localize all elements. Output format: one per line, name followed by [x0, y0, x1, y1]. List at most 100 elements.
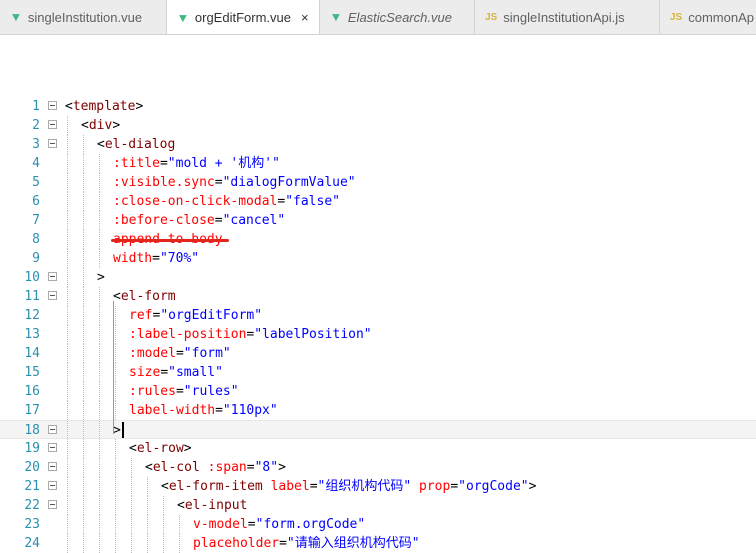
indent-guide — [83, 382, 84, 401]
code-line[interactable]: 9 width="70%" — [0, 249, 756, 268]
indent-guide — [115, 363, 116, 382]
indent-guide — [163, 496, 164, 515]
code-line[interactable]: 2 <div> — [0, 116, 756, 135]
code-line[interactable]: 8append-to-body — [0, 230, 756, 249]
indent-guide — [83, 496, 84, 515]
code-line[interactable]: 4:title="mold + '机构'" — [0, 154, 756, 173]
code-line[interactable]: 5:visible.sync="dialogFormValue" — [0, 173, 756, 192]
fold-toggle-icon[interactable] — [48, 101, 57, 110]
code-text: v-model="form.orgCode" — [193, 515, 365, 534]
code-token: < — [177, 498, 185, 513]
code-token: > — [97, 270, 105, 285]
indent-guide — [83, 363, 84, 382]
tab-label: ElasticSearch.vue — [347, 9, 452, 25]
line-number: 22 — [24, 498, 40, 513]
fold-toggle-icon[interactable] — [48, 462, 57, 471]
indent-guide — [99, 306, 100, 325]
code-line[interactable]: 20 <el-col :span="8"> — [0, 458, 756, 477]
code-token: > — [135, 99, 144, 114]
tab-singleinstitution-vue[interactable]: ▼ singleInstitution.vue — [0, 0, 167, 34]
code-text: :before-close="cancel" — [113, 211, 285, 230]
fold-toggle-icon[interactable] — [48, 291, 57, 300]
indent-guide — [115, 458, 116, 477]
indent-guide — [115, 306, 116, 325]
fold-toggle-icon[interactable] — [48, 481, 57, 490]
line-number: 1 — [32, 99, 40, 114]
indent-guide — [99, 154, 100, 173]
code-line[interactable]: 6:close-on-click-modal="false" — [0, 192, 756, 211]
indent-guide — [99, 344, 100, 363]
indent-guide — [99, 249, 100, 268]
code-token: = — [309, 479, 318, 494]
code-token: prop — [419, 479, 451, 494]
indent-guide — [83, 154, 84, 173]
indent-guide — [67, 401, 68, 420]
fold-toggle-icon[interactable] — [48, 425, 57, 434]
indent-guide — [131, 496, 132, 515]
indent-guide — [99, 439, 100, 458]
line-number: 6 — [32, 194, 40, 209]
indent-guide — [115, 325, 116, 344]
fold-toggle-icon[interactable] — [48, 500, 57, 509]
close-tab-icon[interactable]: × — [301, 10, 309, 25]
code-token: placeholder — [193, 536, 280, 551]
fold-toggle-icon[interactable] — [48, 272, 57, 281]
indent-guide — [99, 363, 100, 382]
code-token: width — [113, 251, 153, 266]
indent-guide — [67, 325, 68, 344]
code-line[interactable]: 19 <el-row> — [0, 439, 756, 458]
tab-elasticsearch-vue[interactable]: ▼ ElasticSearch.vue — [320, 0, 475, 34]
line-number: 13 — [24, 327, 40, 342]
indent-guide — [83, 268, 84, 287]
indent-guide — [115, 344, 116, 363]
code-text: :rules="rules" — [129, 382, 239, 401]
line-number: 2 — [32, 118, 40, 133]
code-editor[interactable]: 1 <template> 2 <div> 3 <el-dialog 4:title="mol… — [0, 35, 756, 553]
tab-singleinstitutionapi-js[interactable]: JS singleInstitutionApi.js — [475, 0, 660, 34]
code-token: < — [145, 460, 153, 475]
code-text: placeholder="请输入组织机构代码" — [193, 534, 420, 553]
code-line[interactable]: 23 v-model="form.orgCode" — [0, 515, 756, 534]
line-number: 18 — [24, 423, 40, 438]
code-token: "small" — [168, 365, 223, 380]
code-token: < — [129, 441, 137, 456]
editor-tab-bar: ▼ singleInstitution.vue ▼ orgEditForm.vue × ▼… — [0, 0, 756, 35]
code-token: > — [112, 118, 121, 133]
indent-guide — [67, 135, 68, 154]
js-icon: JS — [485, 11, 498, 23]
indent-guide — [115, 534, 116, 553]
code-line[interactable]: 1 <template> — [0, 97, 756, 116]
code-line[interactable]: 21 <el-form-item label="组织机构代码" prop="org… — [0, 477, 756, 496]
indent-guide — [83, 401, 84, 420]
code-token: "form.orgCode" — [255, 517, 366, 532]
code-line[interactable]: 7:before-close="cancel" — [0, 211, 756, 230]
tab-label: singleInstitution.vue — [27, 9, 143, 25]
code-token: "70%" — [159, 251, 200, 266]
code-line[interactable]: 10 > — [0, 268, 756, 287]
code-token: ref — [129, 308, 153, 323]
code-text: <el-input — [177, 496, 247, 515]
fold-toggle-icon[interactable] — [48, 443, 57, 452]
code-token: = — [246, 460, 255, 475]
code-token: el-col — [152, 460, 200, 475]
code-token: > — [528, 479, 537, 494]
code-token: "组织机构代码" — [317, 479, 412, 494]
code-line[interactable]: 3 <el-dialog — [0, 135, 756, 154]
code-line[interactable]: 22 <el-input — [0, 496, 756, 515]
code-token: < — [161, 479, 169, 494]
code-token: "orgEditForm" — [160, 308, 263, 323]
code-text: ref="orgEditForm" — [129, 306, 262, 325]
fold-toggle-icon[interactable] — [48, 120, 57, 129]
tab-commonap[interactable]: JS commonAp — [660, 0, 756, 34]
tab-orgeditform-vue[interactable]: ▼ orgEditForm.vue × — [167, 0, 320, 34]
indent-guide — [83, 325, 84, 344]
code-line[interactable]: 24 placeholder="请输入组织机构代码" — [0, 534, 756, 553]
code-token: = — [214, 213, 223, 228]
indent-guide — [83, 534, 84, 553]
indent-guide — [131, 534, 132, 553]
fold-toggle-icon[interactable] — [48, 139, 57, 148]
code-token: :span — [207, 460, 247, 475]
code-token: < — [97, 137, 105, 152]
indent-guide — [99, 401, 100, 420]
